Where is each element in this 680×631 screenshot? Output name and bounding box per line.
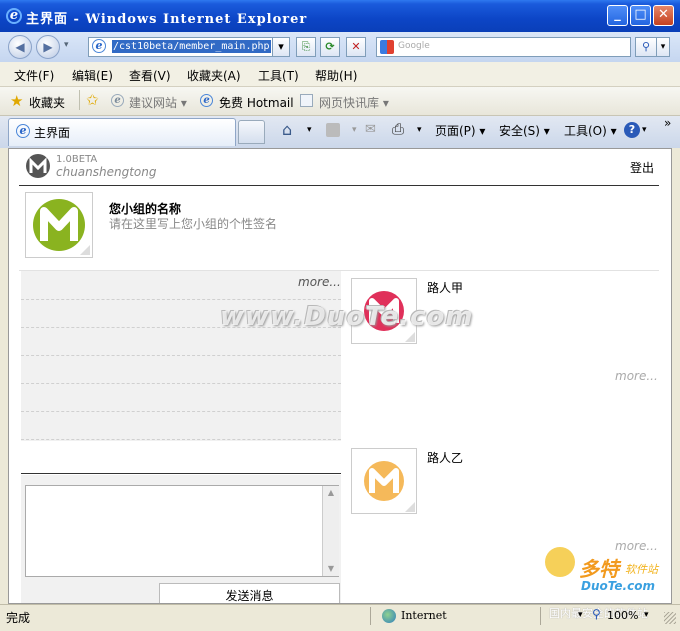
suggested-sites-link[interactable]: 建议网站 ▾ [129,94,187,111]
status-divider [540,607,541,625]
list-item [21,271,341,300]
left-more-link[interactable]: more... [298,275,341,289]
menu-help[interactable]: 帮助(H) [315,67,357,84]
search-icon[interactable]: ⚲ [635,37,657,57]
textarea-scrollbar[interactable]: ▲ ▼ [322,486,339,576]
menu-edit[interactable]: 编辑(E) [72,67,113,84]
maximize-button[interactable]: □ [630,5,651,26]
close-button[interactable]: ✕ [653,5,674,26]
internet-zone-icon [382,609,396,623]
menu-view[interactable]: 查看(V) [129,67,171,84]
page-icon: e [92,39,106,53]
google-icon [380,40,394,54]
back-button[interactable]: ◀ [8,35,32,59]
member-more-link[interactable]: more... [615,369,658,383]
search-placeholder: Google [398,41,430,51]
left-divider [21,473,341,474]
logout-link[interactable]: 登出 [630,159,654,176]
group-signature: 请在这里写上您小组的个性签名 [109,217,278,231]
protected-mode-dropdown-icon[interactable]: ▾ [578,610,583,620]
new-tab-button[interactable] [238,120,265,144]
corner-watermark-sub: 软件站 [625,563,658,576]
search-options-icon[interactable]: ▾ [656,37,670,57]
page-content: 1.0BETA chuanshengtong 登出 您小组的名称 请在这里写上您… [8,148,672,604]
status-text: 完成 [6,611,31,625]
home-icon[interactable]: ⌂ [282,120,292,139]
favorites-button[interactable]: 收藏夹 [29,94,65,111]
zoom-level[interactable]: 100% [607,609,638,622]
menu-favorites[interactable]: 收藏夹(A) [187,67,241,84]
ie-logo-icon: e [6,8,22,24]
home-dropdown-icon[interactable]: ▾ [307,125,312,135]
brand-logo-icon [25,153,51,179]
group-avatar [25,192,93,258]
hotmail-icon: e [200,94,213,107]
webslice-gallery-icon [300,94,313,107]
member-avatar[interactable] [351,448,417,514]
print-icon[interactable]: ⎙ [392,120,404,138]
header-divider [19,185,659,186]
minimize-button[interactable]: _ [607,5,628,26]
zoom-dropdown-icon[interactable]: ▾ [644,610,649,620]
feeds-dropdown-icon[interactable]: ▾ [352,125,357,135]
window-title: 主界面 - Windows Internet Explorer [26,12,308,27]
history-dropdown-icon[interactable]: ▾ [64,40,69,50]
hotmail-link[interactable]: 免费 Hotmail [219,94,294,111]
tab-title: 主界面 [34,126,71,140]
zone-text: Internet [401,609,447,622]
menu-file[interactable]: 文件(F) [14,67,54,84]
page-menu[interactable]: 页面(P) ▾ [435,122,485,139]
list-item [21,411,341,440]
add-favorite-icon[interactable]: ✩ [86,91,99,109]
print-dropdown-icon[interactable]: ▾ [417,125,422,135]
menu-tools[interactable]: 工具(T) [258,67,299,84]
group-avatar-icon [33,199,90,255]
webslice-gallery-link[interactable]: 网页快讯库 ▾ [319,94,389,111]
message-textarea[interactable] [25,485,339,577]
tools-menu[interactable]: 工具(O) ▾ [564,122,617,139]
brand-name: chuanshengtong [56,165,157,179]
corner-watermark-brand: 多特 [579,557,619,581]
duote-mascot-icon [545,547,575,577]
help-dropdown-icon[interactable]: ▾ [642,125,647,135]
message-list: more... [21,271,341,441]
favbar-divider [79,90,80,110]
safety-menu[interactable]: 安全(S) ▾ [499,122,550,139]
refresh-button[interactable]: ⟳ [320,37,340,57]
compatibility-view-icon[interactable]: ⎘ [296,37,316,57]
stop-button[interactable]: ✕ [346,37,366,57]
list-item [21,355,341,384]
tab-page-icon: e [16,124,30,138]
read-mail-icon[interactable]: ✉ [365,122,376,137]
help-icon[interactable]: ? [624,122,640,138]
address-text[interactable]: /cst10beta/member_main.php [112,40,271,53]
list-item [21,383,341,412]
member-name[interactable]: 路人乙 [427,449,463,466]
member-more-link[interactable]: more... [615,539,658,553]
send-message-button[interactable]: 发送消息 [159,583,340,603]
member-name[interactable]: 路人甲 [427,279,463,296]
forward-button[interactable]: ▶ [36,35,60,59]
status-divider [370,607,371,625]
resize-grip-icon[interactable] [664,612,676,624]
zoom-icon[interactable]: ⚲ [592,607,601,621]
favorites-star-icon: ★ [10,92,24,110]
suggested-sites-icon: e [111,94,124,107]
feeds-icon[interactable] [326,123,340,137]
address-dropdown-button[interactable]: ▾ [272,37,290,57]
brand-version: 1.0BETA [56,154,98,165]
chevron-more-icon[interactable]: » [664,116,671,130]
center-watermark: www.DuoTe.com [220,302,474,332]
corner-watermark-url: DuoTe.com [581,579,655,593]
member-avatar-icon [364,461,415,512]
